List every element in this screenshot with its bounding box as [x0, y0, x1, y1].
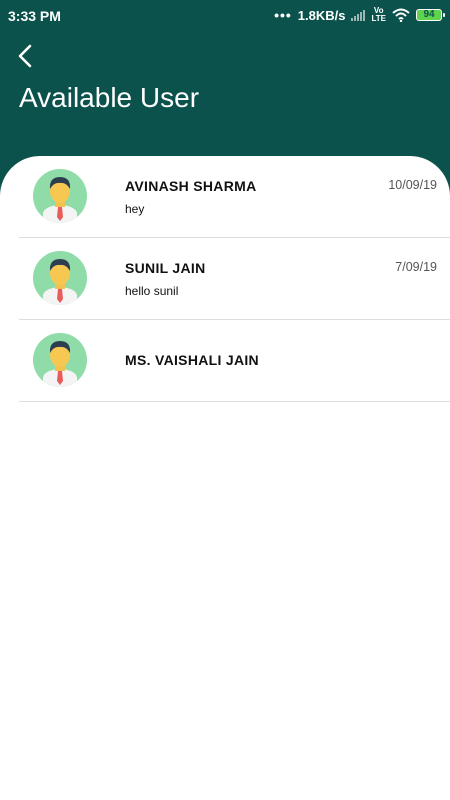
user-list-item[interactable]: MS. VAISHALI JAIN [19, 320, 450, 402]
wifi-icon [392, 8, 410, 22]
user-list-item[interactable]: AVINASH SHARMA hey 10/09/19 [19, 156, 450, 238]
user-avatar-icon [33, 333, 87, 387]
status-icons: ••• 1.8KB/s Vo LTE 94 [274, 7, 445, 23]
user-name: MS. VAISHALI JAIN [125, 352, 259, 368]
last-message: hello sunil [125, 284, 179, 298]
user-avatar-icon [33, 169, 87, 223]
user-list-item[interactable]: SUNIL JAIN hello sunil 7/09/19 [19, 238, 450, 320]
chevron-left-icon [18, 44, 32, 68]
notification-dots: ••• [274, 7, 292, 23]
user-avatar-icon [33, 251, 87, 305]
back-button[interactable] [14, 42, 38, 70]
message-date: 7/09/19 [395, 260, 437, 274]
last-message: hey [125, 202, 145, 216]
signal-icon [351, 9, 366, 21]
lte-label: LTE [371, 14, 386, 23]
battery-icon: 94 [416, 9, 445, 21]
network-speed: 1.8KB/s [297, 7, 346, 23]
user-name: SUNIL JAIN [125, 260, 206, 276]
user-name: AVINASH SHARMA [125, 178, 257, 194]
message-date: 10/09/19 [388, 178, 437, 192]
status-time: 3:33 PM [8, 8, 61, 24]
page-title: Available User [19, 82, 200, 113]
status-bar: 3:33 PM ••• 1.8KB/s Vo LTE 94 [0, 0, 450, 32]
volte-icon: Vo LTE [371, 7, 386, 23]
user-list-panel: AVINASH SHARMA hey 10/09/19 SUNIL JAIN h… [0, 156, 450, 800]
